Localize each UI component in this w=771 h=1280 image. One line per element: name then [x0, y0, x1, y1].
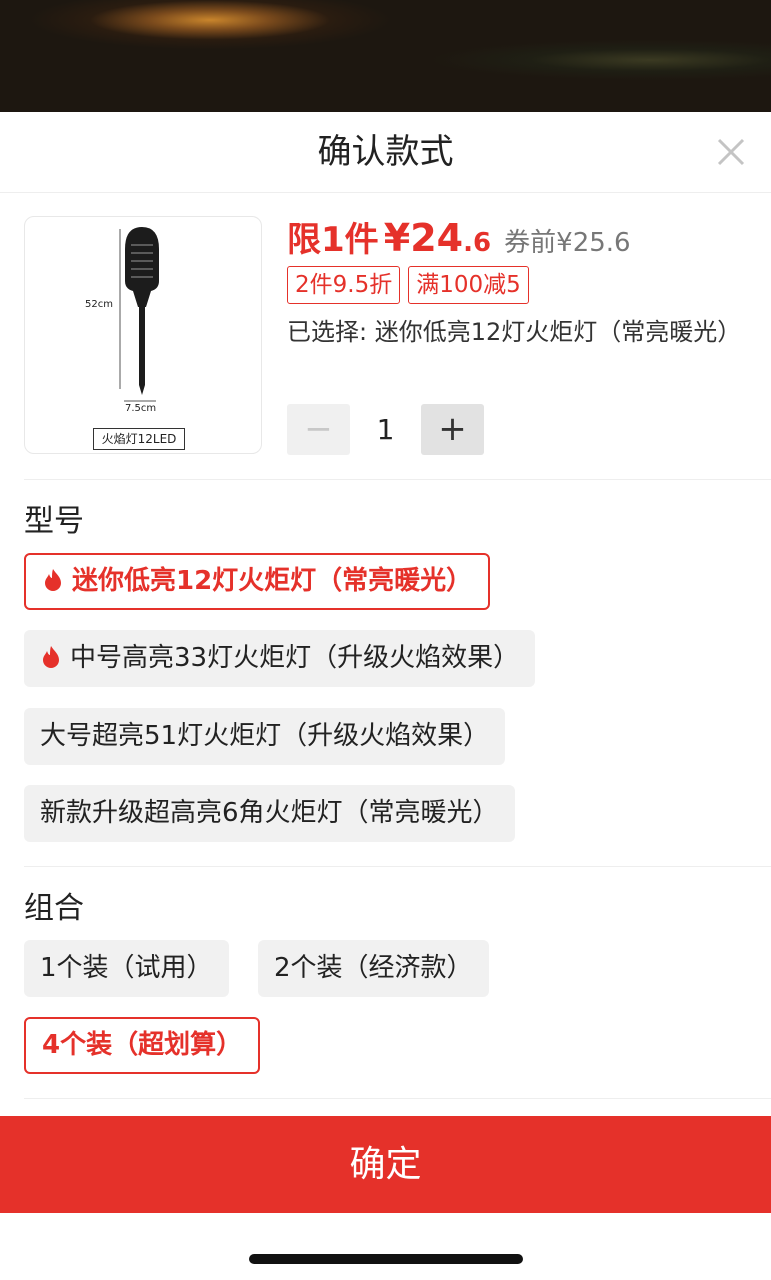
model-option-label: 大号超亮51灯火炬灯（升级火焰效果）	[40, 721, 490, 751]
model-option-label: 中号高亮33灯火炬灯（升级火焰效果）	[70, 643, 520, 673]
combo-option-label: 4个装（超划算）	[42, 1030, 243, 1060]
combo-option[interactable]: 4个装（超划算）	[24, 1017, 261, 1074]
quantity-value[interactable]: 1	[350, 404, 421, 455]
sheet-title: 确认款式	[317, 132, 454, 172]
increase-button[interactable]: +	[421, 404, 484, 455]
model-option[interactable]: 迷你低亮12灯火炬灯（常亮暖光）	[24, 553, 491, 610]
product-thumbnail[interactable]: 52cm 7.5cm 火焰灯12LED	[24, 216, 262, 454]
model-option-label: 迷你低亮12灯火炬灯（常亮暖光）	[72, 566, 473, 596]
divider	[24, 1098, 771, 1099]
selected-summary: 已选择: 迷你低亮12灯火炬灯（常亮暖光）	[287, 318, 742, 346]
fire-icon	[43, 646, 59, 668]
combo-section-title: 组合	[24, 891, 84, 926]
model-option[interactable]: 新款升级超高亮6角火炬灯（常亮暖光）	[24, 785, 515, 842]
sheet-header: 确认款式	[0, 112, 771, 193]
thumbnail-caption: 火焰灯12LED	[93, 428, 185, 450]
coupon-price: 券前¥25.6	[504, 228, 631, 258]
model-option-label: 新款升级超高亮6角火炬灯（常亮暖光）	[40, 798, 499, 828]
close-icon[interactable]	[713, 134, 749, 170]
confirm-button[interactable]: 确定	[0, 1116, 771, 1213]
divider	[24, 479, 771, 480]
promo-tag: 2件9.5折	[287, 266, 401, 304]
style-picker-sheet: 确认款式 52cm 7.5cm 火焰灯12LED 限1件 ¥24.6 券前¥25…	[0, 112, 771, 1280]
combo-option-label: 2个装（经济款）	[274, 953, 473, 983]
model-option[interactable]: 中号高亮33灯火炬灯（升级火焰效果）	[24, 630, 536, 687]
price-row: 限1件 ¥24.6 券前¥25.6	[287, 212, 631, 262]
promo-tags: 2件9.5折 满100减5	[287, 266, 537, 304]
width-dimension: 7.5cm	[125, 403, 157, 414]
divider	[24, 866, 771, 867]
torch-lamp-image	[119, 227, 159, 402]
combo-option[interactable]: 2个装（经济款）	[258, 940, 489, 997]
home-indicator[interactable]	[249, 1254, 523, 1264]
model-section-title: 型号	[24, 504, 84, 539]
model-option[interactable]: 大号超亮51灯火炬灯（升级火焰效果）	[24, 708, 506, 765]
combo-option[interactable]: 1个装（试用）	[24, 940, 229, 997]
decrease-button[interactable]: −	[287, 404, 350, 455]
price-decimal: .6	[463, 228, 492, 258]
promo-tag: 满100减5	[408, 266, 529, 304]
fire-icon	[45, 569, 61, 591]
product-photo-backdrop[interactable]	[0, 0, 771, 112]
price-limit: 限1件	[287, 220, 379, 260]
price-main: ¥24	[383, 216, 464, 260]
height-dimension: 52cm	[85, 299, 113, 310]
combo-option-label: 1个装（试用）	[40, 953, 213, 983]
